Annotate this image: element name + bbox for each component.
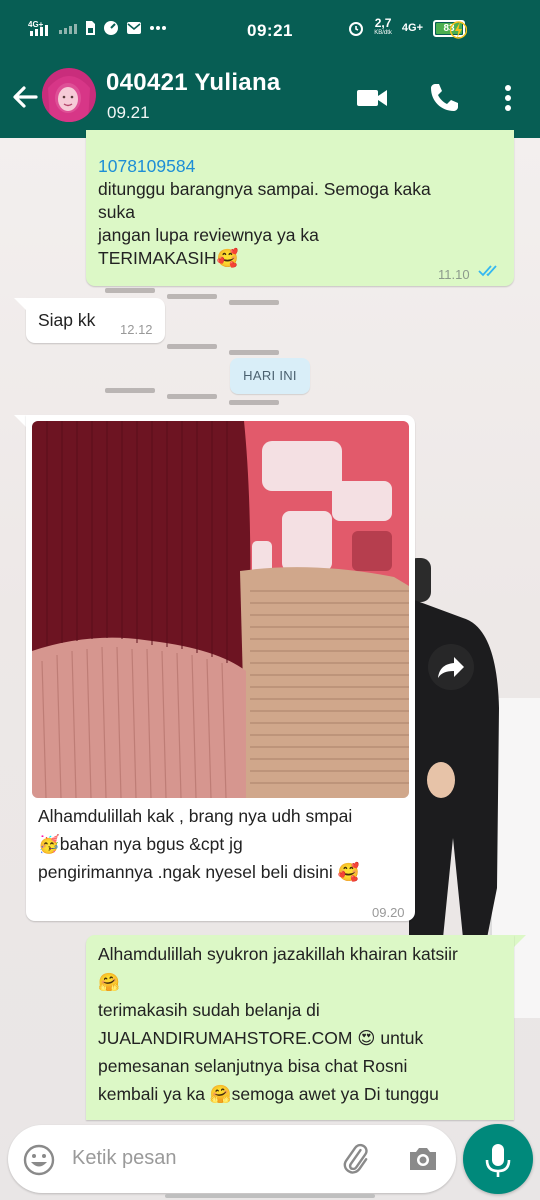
- message-text: TERIMAKASIH🥰: [98, 248, 239, 268]
- message-input[interactable]: Ketik pesan: [72, 1147, 177, 1170]
- message-time: 09.20: [372, 905, 405, 920]
- message-text: ditunggu barangnya sampai. Semoga kaka: [98, 179, 431, 199]
- message-text: pengirimannya .ngak nyesel beli disini 🥰: [38, 862, 360, 882]
- alarm-icon: [349, 22, 364, 36]
- message-input-bar[interactable]: Ketik pesan: [8, 1125, 456, 1193]
- back-arrow-icon[interactable]: [8, 80, 42, 114]
- date-divider: HARI INI: [230, 358, 310, 394]
- mic-icon: [485, 1144, 511, 1177]
- attach-icon[interactable]: [338, 1141, 374, 1177]
- message-text: JUALANDIRUMAHSTORE.COM 😍 untuk: [98, 1028, 424, 1048]
- emoji-icon[interactable]: [22, 1143, 56, 1177]
- contact-name[interactable]: 040421 Yuliana: [106, 69, 281, 97]
- home-indicator[interactable]: [165, 1194, 375, 1198]
- forward-button[interactable]: [428, 644, 474, 690]
- message-time: 12.12: [120, 322, 153, 337]
- camera-icon[interactable]: [406, 1142, 440, 1176]
- more-vert-icon[interactable]: [490, 80, 526, 116]
- chat-header: 040421 Yuliana 09.21: [0, 58, 540, 138]
- product-photo[interactable]: [32, 421, 409, 798]
- message-text: jangan lupa reviewnya ya ka: [98, 225, 319, 245]
- message-text: Alhamdulillah syukron jazakillah khairan…: [98, 944, 458, 964]
- message-incoming-image[interactable]: Alhamdulillah kak , brang nya udh smpai …: [26, 415, 415, 921]
- message-incoming[interactable]: Siap kk 12.12: [26, 298, 165, 343]
- forward-icon: [438, 657, 464, 678]
- message-outgoing[interactable]: Alhamdulillah syukron jazakillah khairan…: [86, 935, 514, 1120]
- status-right-icons: 2,7 KB/dtk 4G+ 83: [348, 16, 465, 38]
- last-seen: 09.21: [107, 103, 150, 122]
- message-text: kembali ya ka 🤗semoga awet ya Di tunggu: [98, 1084, 439, 1104]
- message-text: Alhamdulillah kak , brang nya udh smpai: [38, 806, 353, 826]
- mic-button[interactable]: [463, 1124, 533, 1194]
- double-check-icon: [478, 265, 497, 277]
- message-text: Siap kk: [38, 310, 96, 330]
- message-text: 🥳bahan nya bgus &cpt jg: [38, 834, 243, 854]
- message-text: 🤗: [98, 972, 120, 992]
- bubble-tail: [512, 935, 526, 949]
- message-text: terimakasih sudah belanja di: [98, 1000, 320, 1020]
- net-speed: 2,7 KB/dtk: [374, 16, 392, 36]
- avatar[interactable]: [42, 68, 96, 122]
- message-outgoing[interactable]: 1078109584 ditunggu barangnya sampai. Se…: [86, 130, 514, 286]
- network-type: 4G+: [401, 22, 423, 34]
- status-bar: 4G+ 09:21 2,7 KB/dtk 4G+ 83: [0, 0, 540, 58]
- charging-icon: [450, 21, 467, 39]
- message-link[interactable]: 1078109584: [98, 155, 431, 178]
- phone-icon[interactable]: [426, 80, 462, 116]
- video-call-icon[interactable]: [354, 80, 390, 116]
- message-time: 11.10: [438, 267, 470, 282]
- message-text: suka: [98, 202, 135, 222]
- bubble-tail: [14, 298, 28, 312]
- message-text: pemesanan selanjutnya bisa chat Rosni: [98, 1056, 408, 1076]
